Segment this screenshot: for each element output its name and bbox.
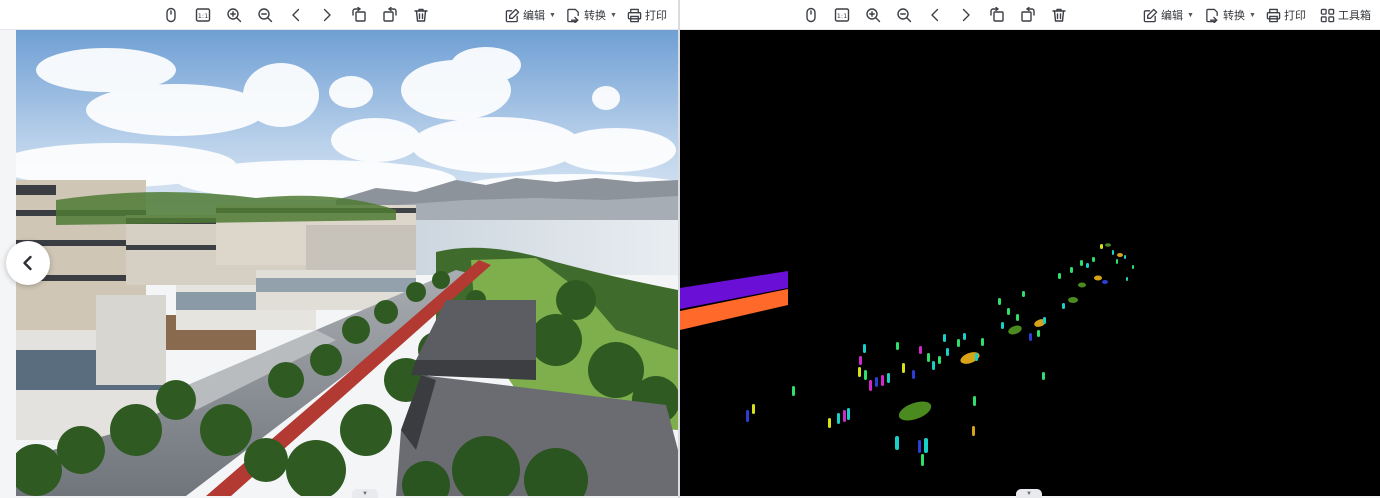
printer-icon xyxy=(1266,8,1281,22)
left-toolbar: 1:1 编辑 ▼ 转换 ▼ 打印 xyxy=(0,0,678,30)
svg-text:1:1: 1:1 xyxy=(837,12,847,20)
convert-icon xyxy=(567,8,579,23)
convert-icon xyxy=(1206,8,1218,23)
rendered-image xyxy=(16,30,678,496)
edit-menu-label: 编辑 xyxy=(1161,10,1183,22)
actual-size-icon: 1:1 xyxy=(195,8,211,22)
caret-down-icon: ▼ xyxy=(610,11,617,19)
chevron-left-icon[interactable] xyxy=(286,5,306,25)
chevron-left-icon[interactable] xyxy=(925,5,945,25)
print-label: 打印 xyxy=(1284,10,1306,22)
toolbox-icon xyxy=(1320,8,1335,22)
segmentation-mask-image xyxy=(680,30,1380,496)
caret-down-icon: ▼ xyxy=(549,11,556,19)
zoom-out-icon[interactable] xyxy=(255,5,275,25)
caret-down-icon: ▼ xyxy=(1026,490,1032,497)
left-image-viewer: 1:1 编辑 ▼ 转换 ▼ 打印 ▼ xyxy=(0,0,678,498)
caret-down-icon: ▼ xyxy=(362,490,368,497)
zoom-in-icon[interactable] xyxy=(863,5,883,25)
actual-size-button[interactable]: 1:1 xyxy=(193,5,213,25)
edit-menu-label: 编辑 xyxy=(523,10,545,22)
mouse-icon[interactable] xyxy=(161,5,181,25)
convert-menu[interactable]: 转换 ▼ xyxy=(1205,6,1256,24)
convert-menu[interactable]: 转换 ▼ xyxy=(566,6,617,24)
previous-image-button[interactable] xyxy=(6,241,50,285)
rotate-right-icon[interactable] xyxy=(380,5,400,25)
print-button[interactable]: 打印 xyxy=(1266,6,1306,24)
print-button[interactable]: 打印 xyxy=(627,6,667,24)
edit-icon xyxy=(1143,8,1158,22)
collapse-panel-toggle[interactable]: ▼ xyxy=(352,489,378,498)
collapse-panel-toggle[interactable]: ▼ xyxy=(1016,489,1042,498)
edit-icon xyxy=(505,8,520,22)
actual-size-icon: 1:1 xyxy=(834,8,850,22)
svg-text:1:1: 1:1 xyxy=(198,12,208,20)
convert-menu-label: 转换 xyxy=(584,10,606,22)
right-image-viewer: 1:1 编辑 ▼ 转换 ▼ 打印 工具箱 ▼ xyxy=(680,0,1380,498)
printer-icon xyxy=(627,8,642,22)
rotate-left-icon[interactable] xyxy=(987,5,1007,25)
zoom-out-icon[interactable] xyxy=(894,5,914,25)
caret-down-icon: ▼ xyxy=(1249,11,1256,19)
rotate-left-icon[interactable] xyxy=(349,5,369,25)
convert-menu-label: 转换 xyxy=(1223,10,1245,22)
right-toolbar: 1:1 编辑 ▼ 转换 ▼ 打印 工具箱 xyxy=(680,0,1380,30)
chevron-right-icon[interactable] xyxy=(317,5,337,25)
trash-icon[interactable] xyxy=(1049,5,1069,25)
edit-menu[interactable]: 编辑 ▼ xyxy=(1143,6,1194,24)
mouse-icon[interactable] xyxy=(801,5,821,25)
edit-menu[interactable]: 编辑 ▼ xyxy=(505,6,556,24)
actual-size-button[interactable]: 1:1 xyxy=(832,5,852,25)
zoom-in-icon[interactable] xyxy=(224,5,244,25)
toolbox-label: 工具箱 xyxy=(1338,10,1371,22)
chevron-left-icon xyxy=(23,255,32,271)
print-label: 打印 xyxy=(645,10,667,22)
trash-icon[interactable] xyxy=(411,5,431,25)
rotate-right-icon[interactable] xyxy=(1018,5,1038,25)
caret-down-icon: ▼ xyxy=(1187,11,1194,19)
toolbox-button[interactable]: 工具箱 xyxy=(1320,6,1371,24)
chevron-right-icon[interactable] xyxy=(956,5,976,25)
